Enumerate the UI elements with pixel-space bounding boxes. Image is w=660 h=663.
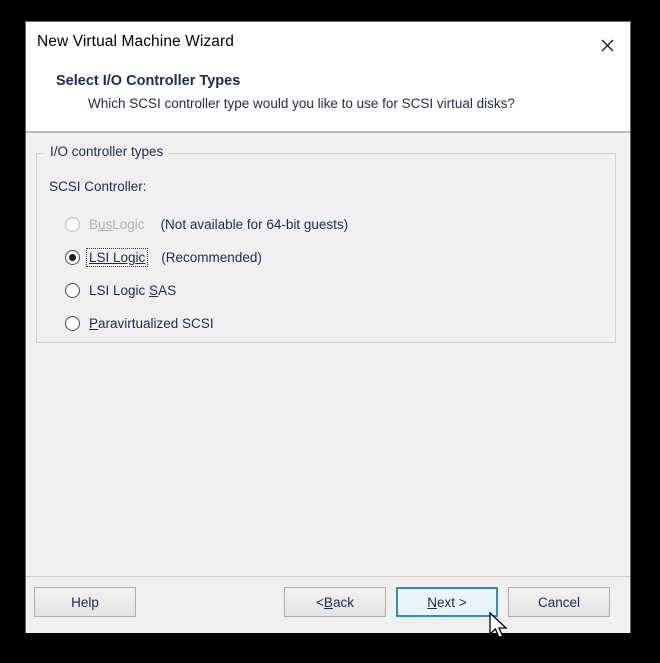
radio-option-lsi-logic-sas[interactable]: LSI Logic SAS bbox=[65, 274, 595, 307]
radio-label-paravirtualized-scsi[interactable]: Paravirtualized SCSI bbox=[87, 315, 216, 332]
next-button[interactable]: Next > bbox=[396, 587, 498, 617]
window-titlebar: New Virtual Machine Wizard bbox=[26, 22, 630, 68]
window-title: New Virtual Machine Wizard bbox=[37, 33, 234, 50]
radio-indicator-buslogic bbox=[65, 217, 80, 232]
radio-option-paravirtualized-scsi[interactable]: Paravirtualized SCSI bbox=[65, 307, 595, 340]
radio-note-buslogic: (Not available for 64-bit guests) bbox=[160, 217, 349, 232]
radio-label-lsi-logic-sas[interactable]: LSI Logic SAS bbox=[87, 282, 178, 299]
new-virtual-machine-wizard-window: New Virtual Machine Wizard Select I/O Co… bbox=[26, 22, 630, 633]
page-subtitle: Which SCSI controller type would you lik… bbox=[88, 96, 515, 111]
scsi-controller-label: SCSI Controller: bbox=[49, 179, 147, 194]
radio-indicator-paravirtualized-scsi[interactable] bbox=[65, 316, 80, 331]
cancel-button[interactable]: Cancel bbox=[508, 587, 610, 617]
wizard-footer: Help < Back Next > Cancel bbox=[26, 576, 630, 633]
desktop-background: New Virtual Machine Wizard Select I/O Co… bbox=[0, 0, 660, 663]
page-title: Select I/O Controller Types bbox=[56, 73, 241, 89]
radio-note-lsi-logic: (Recommended) bbox=[161, 250, 262, 265]
radio-label-buslogic: BusLogic bbox=[89, 217, 145, 232]
wizard-header: Select I/O Controller Types Which SCSI c… bbox=[26, 68, 630, 133]
radio-option-lsi-logic[interactable]: LSI Logic (Recommended) bbox=[65, 241, 595, 274]
radio-label-lsi-logic[interactable]: LSI Logic bbox=[85, 248, 149, 267]
scsi-controller-radio-group: BusLogic (Not available for 64-bit guest… bbox=[65, 208, 595, 340]
help-button[interactable]: Help bbox=[34, 587, 136, 617]
close-icon[interactable] bbox=[584, 22, 630, 68]
radio-indicator-lsi-logic[interactable] bbox=[65, 250, 80, 265]
radio-option-buslogic: BusLogic (Not available for 64-bit guest… bbox=[65, 208, 595, 241]
back-button[interactable]: < Back bbox=[284, 587, 386, 617]
io-controller-types-groupbox: I/O controller types SCSI Controller: Bu… bbox=[36, 144, 616, 343]
groupbox-legend: I/O controller types bbox=[45, 144, 169, 159]
wizard-body: I/O controller types SCSI Controller: Bu… bbox=[26, 133, 630, 576]
radio-indicator-lsi-logic-sas[interactable] bbox=[65, 283, 80, 298]
